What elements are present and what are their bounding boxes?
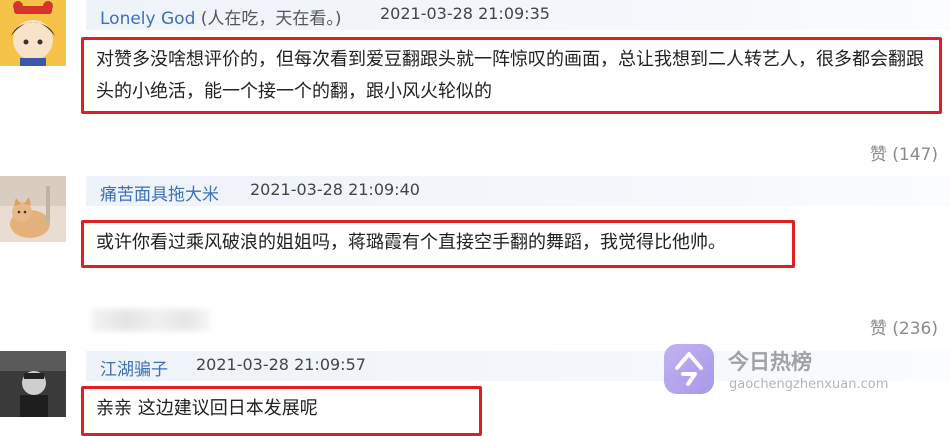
like-button[interactable]: 赞 (236) xyxy=(870,314,938,339)
comment-text: 或许你看过乘风破浪的姐姐吗，蒋璐霞有个直接空手翻的舞蹈，我觉得比他帅。 xyxy=(96,232,726,253)
username[interactable]: 江湖骗子 xyxy=(100,355,168,380)
comment-header: Lonely God (人在吃，天在看。) 2021-03-28 21:09:3… xyxy=(86,0,950,30)
user-signature: (人在吃，天在看。) xyxy=(200,9,342,29)
avatar[interactable] xyxy=(0,351,66,417)
comment-text-highlight: 或许你看过乘风破浪的姐姐吗，蒋璐霞有个直接空手翻的舞蹈，我觉得比他帅。 xyxy=(81,220,795,268)
watermark-logo-icon xyxy=(664,344,714,394)
timestamp: 2021-03-28 21:09:35 xyxy=(380,4,550,23)
timestamp: 2021-03-28 21:09:57 xyxy=(196,355,366,374)
watermark: 今日热榜 gaochengzhenxuan.com xyxy=(664,344,904,394)
watermark-title: 今日热榜 xyxy=(728,350,812,374)
comment-text-highlight: 亲亲 这边建议回日本发展呢 xyxy=(81,386,482,436)
blurred-content xyxy=(92,309,210,331)
comment-header: 痛苦面具拖大米 2021-03-28 21:09:40 xyxy=(86,176,950,206)
comment-text-highlight: 对赞多没啥想评价的，但每次看到爱豆翻跟头就一阵惊叹的画面，总让我想到二人转艺人，… xyxy=(81,37,942,114)
username[interactable]: 痛苦面具拖大米 xyxy=(100,180,219,205)
avatar[interactable] xyxy=(0,176,66,242)
watermark-url: gaochengzhenxuan.com xyxy=(729,377,889,392)
comment-1: Lonely God (人在吃，天在看。) 2021-03-28 21:09:3… xyxy=(0,0,950,165)
comment-text: 亲亲 这边建议回日本发展呢 xyxy=(96,398,318,419)
like-button[interactable]: 赞 (147) xyxy=(870,140,938,165)
username[interactable]: Lonely God (人在吃，天在看。) xyxy=(100,4,342,29)
timestamp: 2021-03-28 21:09:40 xyxy=(250,180,420,199)
avatar[interactable] xyxy=(0,0,66,66)
comment-text: 对赞多没啥想评价的，但每次看到爱豆翻跟头就一阵惊叹的画面，总让我想到二人转艺人，… xyxy=(96,49,924,102)
